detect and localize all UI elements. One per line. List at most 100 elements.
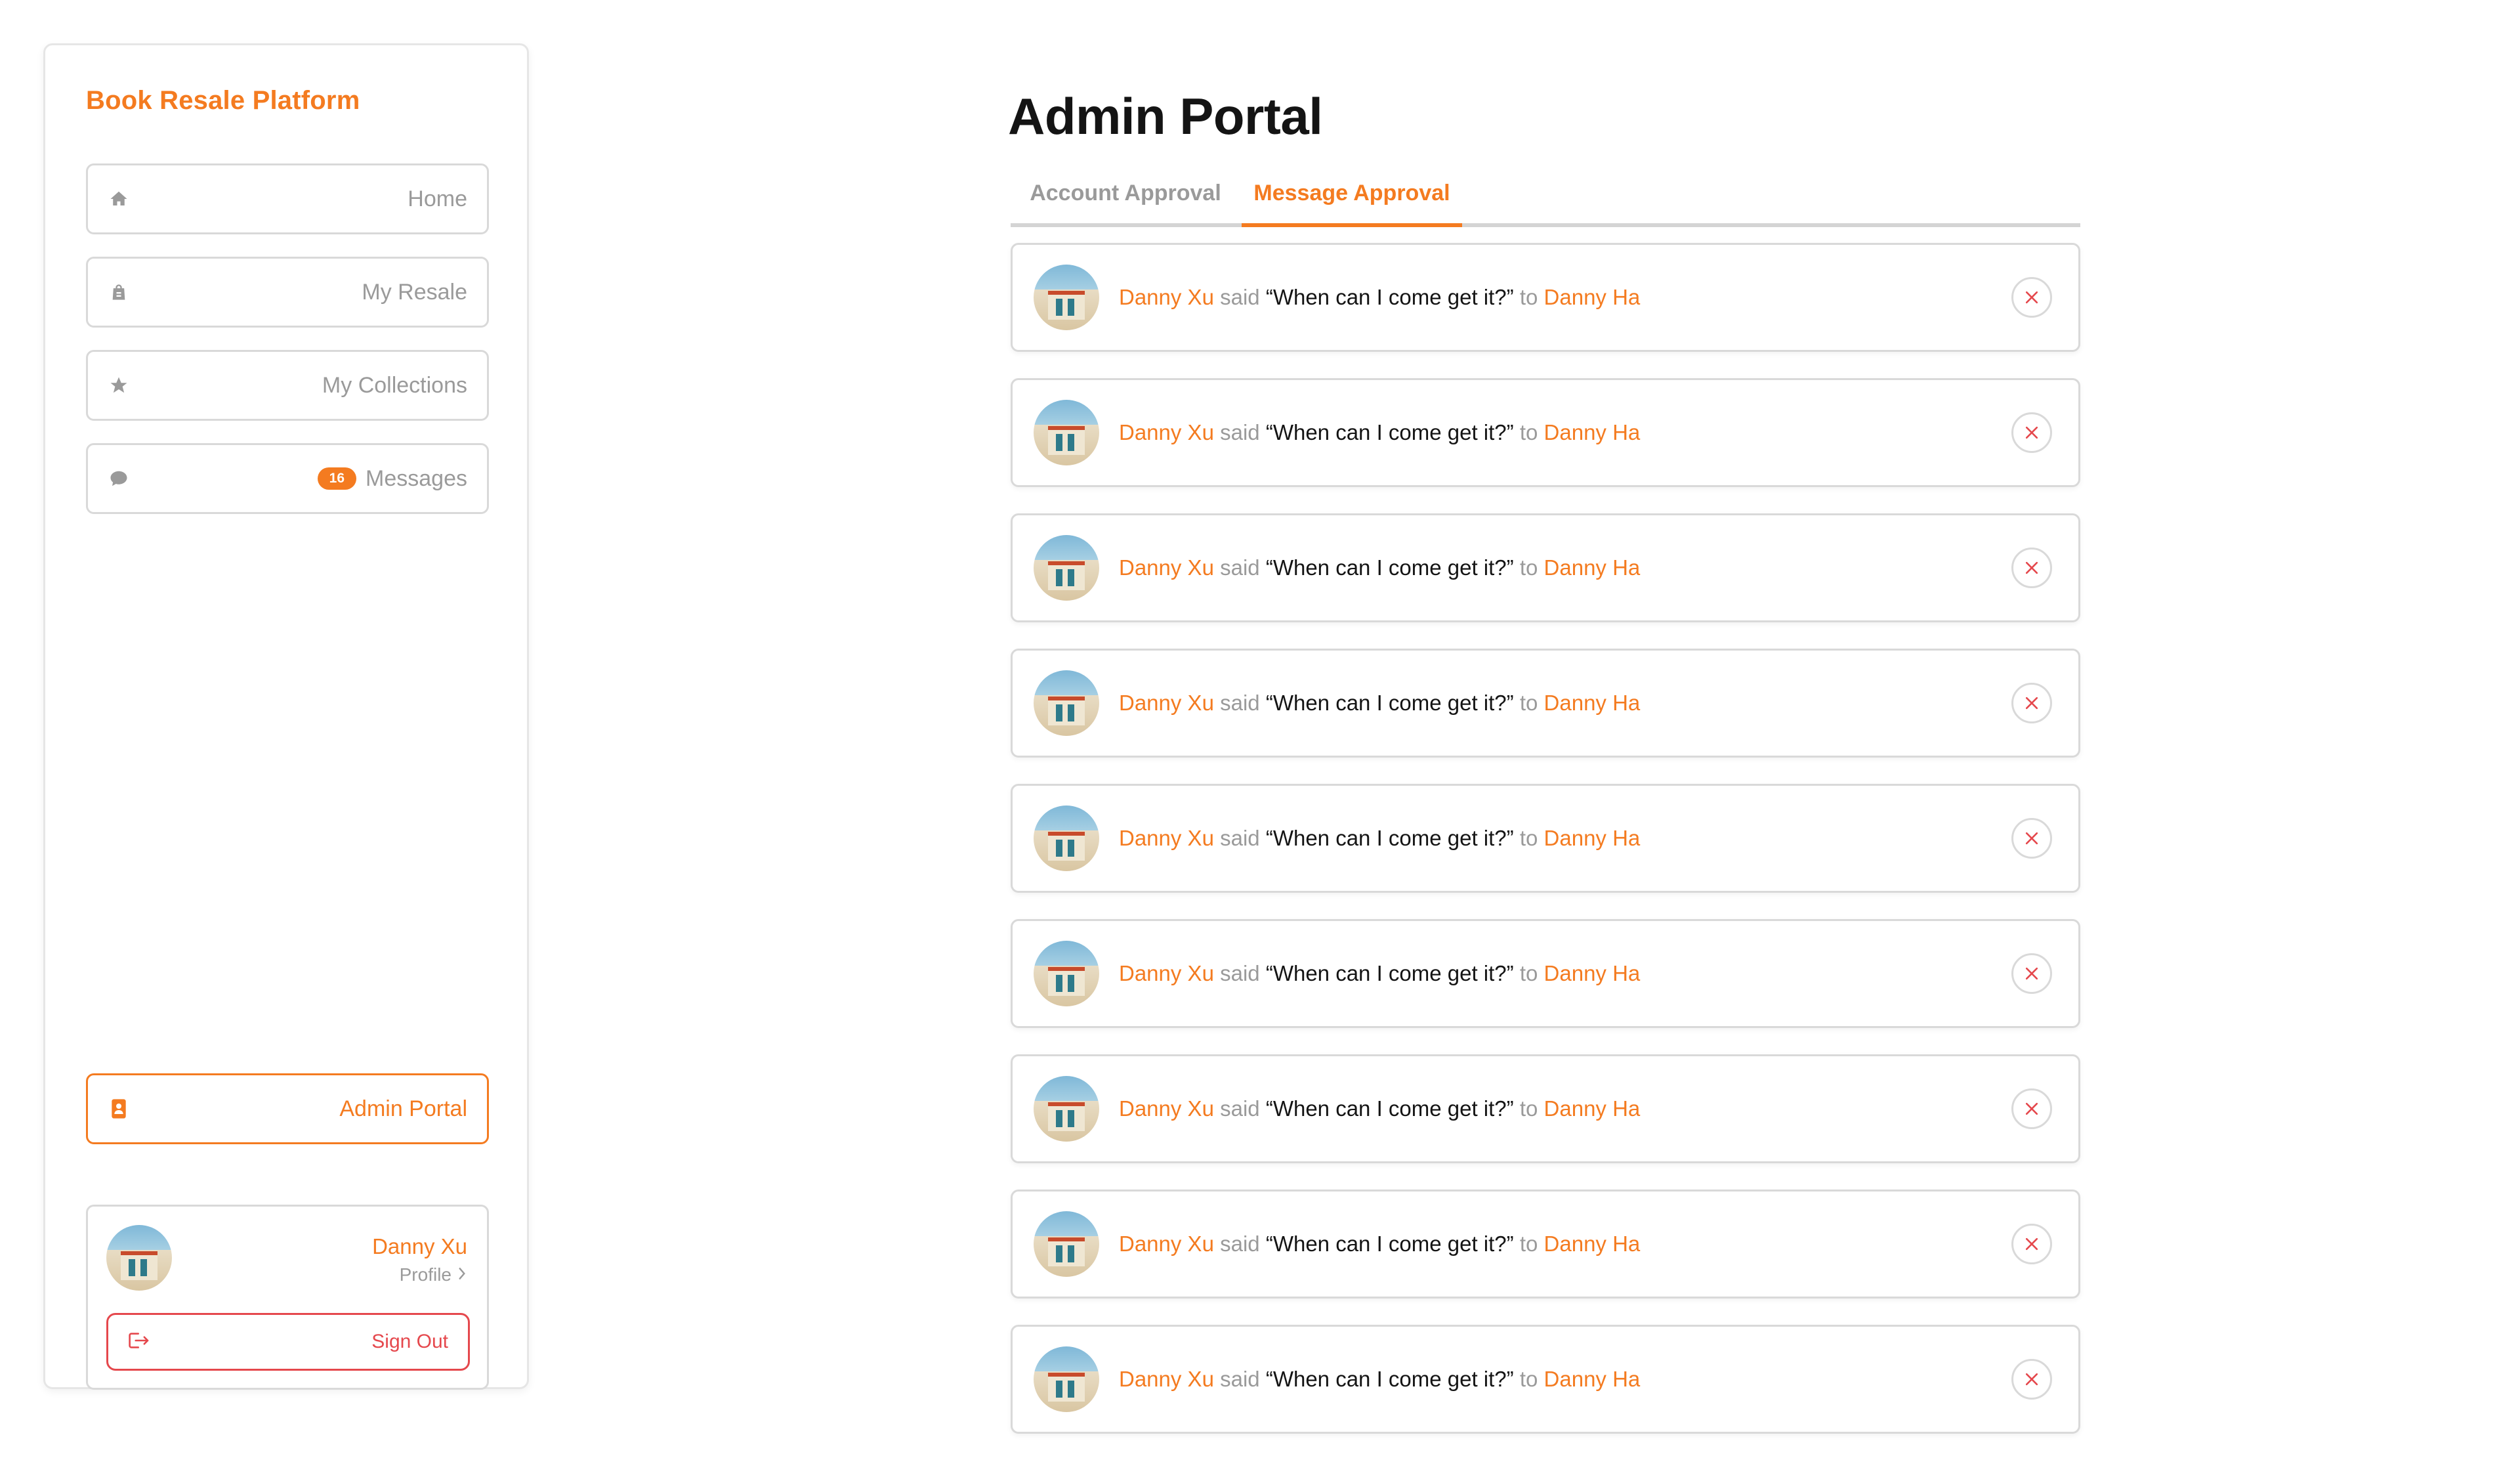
message-recipient[interactable]: Danny Ha: [1544, 285, 1641, 309]
id-badge-icon: [108, 1098, 130, 1120]
tab-message-approval[interactable]: Message Approval: [1242, 163, 1462, 227]
message-sender[interactable]: Danny Xu: [1119, 691, 1214, 715]
message-text: Danny Xu said “When can I come get it?” …: [1119, 1367, 1640, 1392]
sidebar-item-messages[interactable]: 16 Messages: [86, 443, 489, 514]
to-label: to: [1519, 1232, 1538, 1256]
avatar: [1034, 670, 1099, 736]
to-label: to: [1519, 1367, 1538, 1391]
profile-name: Danny Xu: [372, 1234, 467, 1258]
message-card: Danny Xu said “When can I come get it?” …: [1011, 1325, 2080, 1434]
message-quote: “When can I come get it?”: [1265, 826, 1514, 850]
message-text: Danny Xu said “When can I come get it?” …: [1119, 1232, 1640, 1256]
message-text: Danny Xu said “When can I come get it?” …: [1119, 691, 1640, 716]
message-card: Danny Xu said “When can I come get it?” …: [1011, 649, 2080, 758]
message-sender[interactable]: Danny Xu: [1119, 1096, 1214, 1121]
sign-out-button[interactable]: Sign Out: [106, 1313, 470, 1371]
message-approval-list: Danny Xu said “When can I come get it?” …: [1011, 243, 2080, 1460]
message-sender[interactable]: Danny Xu: [1119, 555, 1214, 580]
message-sender[interactable]: Danny Xu: [1119, 961, 1214, 985]
message-text: Danny Xu said “When can I come get it?” …: [1119, 420, 1640, 445]
chevron-right-icon: [457, 1264, 467, 1285]
to-label: to: [1519, 1096, 1538, 1121]
message-card: Danny Xu said “When can I come get it?” …: [1011, 243, 2080, 352]
message-quote: “When can I come get it?”: [1265, 420, 1514, 444]
message-quote: “When can I come get it?”: [1265, 285, 1514, 309]
to-label: to: [1519, 961, 1538, 985]
said-label: said: [1220, 420, 1260, 444]
unread-count-badge: 16: [317, 467, 357, 490]
sidebar-item-label: Messages: [366, 465, 467, 491]
close-icon: [2025, 1237, 2038, 1251]
star-icon: [108, 374, 130, 397]
to-label: to: [1519, 285, 1538, 309]
message-sender[interactable]: Danny Xu: [1119, 1367, 1214, 1391]
reject-message-button[interactable]: [2011, 818, 2052, 859]
sidebar-item-my-collections[interactable]: My Collections: [86, 350, 489, 421]
sidebar-item-label: Home: [408, 186, 467, 211]
message-text: Danny Xu said “When can I come get it?” …: [1119, 285, 1640, 310]
sidebar-item-home[interactable]: Home: [86, 163, 489, 234]
message-card: Danny Xu said “When can I come get it?” …: [1011, 513, 2080, 622]
reject-message-button[interactable]: [2011, 277, 2052, 318]
message-card: Danny Xu said “When can I come get it?” …: [1011, 378, 2080, 487]
close-icon: [2025, 291, 2038, 304]
message-recipient[interactable]: Danny Ha: [1544, 420, 1641, 444]
message-quote: “When can I come get it?”: [1265, 1367, 1514, 1391]
message-recipient[interactable]: Danny Ha: [1544, 1096, 1641, 1121]
message-quote: “When can I come get it?”: [1265, 1096, 1514, 1121]
said-label: said: [1220, 691, 1260, 715]
close-icon: [2025, 697, 2038, 710]
message-text: Danny Xu said “When can I come get it?” …: [1119, 961, 1640, 986]
reject-message-button[interactable]: [2011, 548, 2052, 588]
tab-bar: Account Approval Message Approval: [1011, 163, 2080, 227]
message-sender[interactable]: Danny Xu: [1119, 285, 1214, 309]
said-label: said: [1220, 1096, 1260, 1121]
reject-message-button[interactable]: [2011, 1359, 2052, 1400]
message-recipient[interactable]: Danny Ha: [1544, 961, 1641, 985]
close-icon: [2025, 1102, 2038, 1115]
to-label: to: [1519, 691, 1538, 715]
reject-message-button[interactable]: [2011, 412, 2052, 453]
sidebar-item-label: My Collections: [322, 372, 467, 398]
avatar: [1034, 1346, 1099, 1412]
sidebar: Book Resale Platform Home My Resale My C…: [43, 43, 529, 1390]
avatar: [1034, 941, 1099, 1006]
reject-message-button[interactable]: [2011, 953, 2052, 994]
message-recipient[interactable]: Danny Ha: [1544, 1232, 1641, 1256]
avatar: [1034, 805, 1099, 871]
message-sender[interactable]: Danny Xu: [1119, 420, 1214, 444]
message-card: Danny Xu said “When can I come get it?” …: [1011, 1190, 2080, 1299]
reject-message-button[interactable]: [2011, 683, 2052, 723]
said-label: said: [1220, 826, 1260, 850]
to-label: to: [1519, 826, 1538, 850]
message-recipient[interactable]: Danny Ha: [1544, 826, 1641, 850]
said-label: said: [1220, 961, 1260, 985]
message-sender[interactable]: Danny Xu: [1119, 1232, 1214, 1256]
page-title: Admin Portal: [1008, 87, 1323, 145]
to-label: to: [1519, 420, 1538, 444]
sidebar-item-my-resale[interactable]: My Resale: [86, 257, 489, 328]
message-sender[interactable]: Danny Xu: [1119, 826, 1214, 850]
reject-message-button[interactable]: [2011, 1224, 2052, 1264]
profile-card: Danny Xu Profile Sign Out: [86, 1205, 489, 1390]
to-label: to: [1519, 555, 1538, 580]
message-text: Danny Xu said “When can I come get it?” …: [1119, 826, 1640, 851]
message-recipient[interactable]: Danny Ha: [1544, 555, 1641, 580]
message-recipient[interactable]: Danny Ha: [1544, 1367, 1641, 1391]
reject-message-button[interactable]: [2011, 1088, 2052, 1129]
sign-out-icon: [128, 1331, 150, 1354]
sidebar-item-label: Admin Portal: [339, 1096, 467, 1121]
tab-account-approval[interactable]: Account Approval: [1011, 163, 1240, 223]
profile-link-label: Profile: [399, 1264, 452, 1285]
brand-title: Book Resale Platform: [86, 86, 360, 115]
close-icon: [2025, 426, 2038, 439]
message-quote: “When can I come get it?”: [1265, 1232, 1514, 1256]
message-quote: “When can I come get it?”: [1265, 555, 1514, 580]
said-label: said: [1220, 555, 1260, 580]
avatar: [1034, 400, 1099, 465]
avatar: [1034, 535, 1099, 601]
shopping-bag-icon: [108, 281, 130, 303]
sidebar-item-admin-portal[interactable]: Admin Portal: [86, 1073, 489, 1144]
message-recipient[interactable]: Danny Ha: [1544, 691, 1641, 715]
profile-link[interactable]: Profile: [400, 1264, 467, 1285]
